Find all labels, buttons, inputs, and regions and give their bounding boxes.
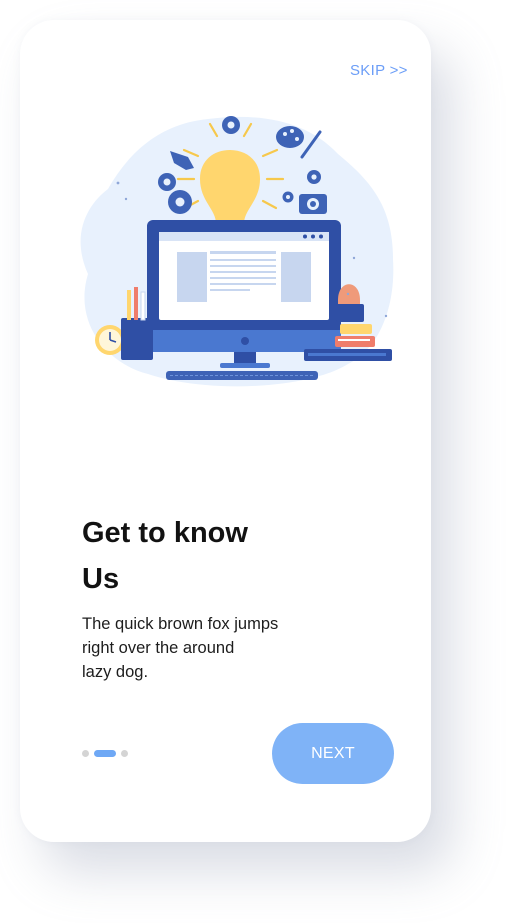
page-dot[interactable] (121, 750, 128, 757)
page-description: The quick brown fox jumps right over the… (82, 612, 312, 684)
keyboard-icon (166, 371, 318, 380)
skip-button[interactable]: SKIP >> (350, 62, 408, 79)
page-dot-active[interactable] (94, 750, 116, 757)
title-line: Us (82, 563, 120, 595)
onboarding-card: SKIP >> Get to know Us The quick brown f… (20, 20, 431, 842)
illustration-image (80, 116, 394, 387)
clock-icon (95, 325, 125, 355)
camera-icon (299, 194, 327, 214)
page-indicator (82, 749, 128, 758)
description-line: lazy dog. (82, 663, 149, 681)
description-line: right over the around (82, 639, 235, 657)
description-line: The quick brown fox jumps (82, 615, 279, 633)
page-dot[interactable] (82, 750, 89, 757)
next-button[interactable]: NEXT (272, 723, 394, 784)
monitor-icon (147, 220, 341, 368)
title-line: Get to know (82, 517, 248, 549)
page-title: Get to know Us (82, 510, 342, 602)
